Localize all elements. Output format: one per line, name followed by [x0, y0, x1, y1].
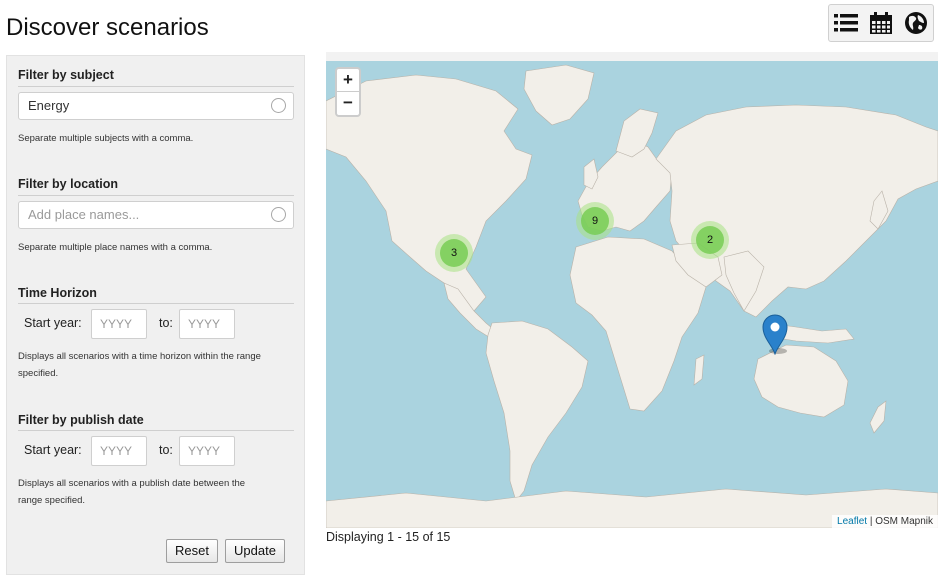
start-year-label: Start year:	[24, 443, 82, 457]
subject-filter-label: Filter by subject	[18, 68, 114, 82]
view-toggle	[828, 4, 934, 42]
divider	[18, 195, 294, 196]
cluster-count: 3	[440, 239, 468, 267]
time-horizon-help-text: Displays all scenarios with a time horiz…	[18, 348, 261, 382]
location-help-text: Separate multiple place names with a com…	[18, 242, 213, 253]
filter-sidebar: Filter by subject Energy Separate multip…	[6, 55, 305, 575]
location-input-placeholder: Add place names...	[28, 207, 140, 222]
start-year-label: Start year:	[24, 316, 82, 330]
publish-date-help-line: range specified.	[18, 495, 86, 506]
list-icon	[834, 14, 859, 32]
map-attribution: Leaflet | OSM Mapnik	[832, 515, 938, 528]
map-cluster-north-america[interactable]: 3	[435, 234, 473, 272]
calendar-icon	[869, 12, 892, 34]
location-input[interactable]: Add place names...	[18, 201, 294, 229]
list-view-button[interactable]	[831, 8, 861, 38]
location-filter-label: Filter by location	[18, 177, 119, 191]
map-cluster-asia[interactable]: 2	[691, 221, 729, 259]
to-label: to:	[159, 443, 173, 457]
zoom-out-button[interactable]: −	[337, 92, 359, 115]
divider	[18, 303, 294, 304]
publish-date-filter-label: Filter by publish date	[18, 413, 144, 427]
time-horizon-start-input[interactable]: YYYY	[91, 309, 147, 339]
reset-button[interactable]: Reset	[166, 539, 218, 563]
time-horizon-end-input[interactable]: YYYY	[179, 309, 235, 339]
leaflet-link[interactable]: Leaflet	[837, 516, 867, 527]
input-spinner-icon	[271, 98, 286, 113]
publish-date-range: Start year: YYYY to: YYYY	[18, 436, 294, 466]
publish-date-end-input[interactable]: YYYY	[179, 436, 235, 466]
time-horizon-range: Start year: YYYY to: YYYY	[18, 309, 294, 339]
page-title: Discover scenarios	[6, 14, 209, 41]
map-view-button[interactable]	[901, 8, 931, 38]
subject-input-value: Energy	[28, 98, 70, 113]
world-map[interactable]	[326, 61, 938, 528]
subject-help-text: Separate multiple subjects with a comma.	[18, 133, 194, 144]
attribution-text: | OSM Mapnik	[867, 516, 933, 527]
publish-date-help-line: Displays all scenarios with a publish da…	[18, 478, 246, 489]
map-marker-icon[interactable]	[760, 311, 790, 355]
time-horizon-label: Time Horizon	[18, 286, 97, 300]
globe-icon	[904, 12, 927, 34]
results-count: Displaying 1 - 15 of 15	[326, 530, 451, 544]
zoom-in-button[interactable]: +	[337, 69, 359, 92]
publish-date-help-text: Displays all scenarios with a publish da…	[18, 475, 245, 509]
time-horizon-help-line: specified.	[18, 368, 59, 379]
divider	[18, 430, 294, 431]
update-button[interactable]: Update	[225, 539, 285, 563]
map-panel[interactable]: + − 3 9 2 Leaflet | OSM Mapnik	[326, 52, 938, 528]
subject-input[interactable]: Energy	[18, 92, 294, 120]
divider	[18, 86, 294, 87]
cluster-count: 9	[581, 207, 609, 235]
cluster-count: 2	[696, 226, 724, 254]
to-label: to:	[159, 316, 173, 330]
calendar-view-button[interactable]	[866, 8, 896, 38]
time-horizon-help-line: Displays all scenarios with a time horiz…	[18, 351, 261, 362]
publish-date-start-input[interactable]: YYYY	[91, 436, 147, 466]
input-spinner-icon	[271, 207, 286, 222]
zoom-control: + −	[335, 67, 361, 117]
map-cluster-europe[interactable]: 9	[576, 202, 614, 240]
